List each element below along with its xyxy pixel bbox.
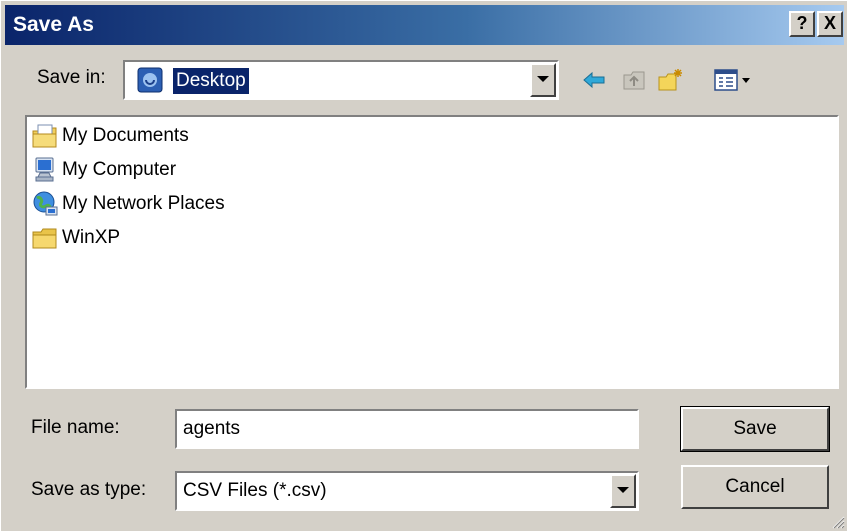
resize-grip-icon[interactable] <box>831 515 845 529</box>
save-in-dropdown[interactable]: Desktop <box>123 60 559 100</box>
close-button[interactable]: X <box>817 11 843 37</box>
desktop-icon <box>137 67 163 93</box>
file-list[interactable]: My Documents My Computer My Network Plac… <box>25 115 839 389</box>
list-item-my-network-places[interactable]: My Network Places <box>31 189 225 219</box>
save-in-value: Desktop <box>172 67 250 95</box>
list-item-my-documents[interactable]: My Documents <box>31 121 189 151</box>
save-as-type-label: Save as type: <box>31 479 147 500</box>
back-arrow-icon[interactable] <box>581 67 607 93</box>
folder-icon <box>32 228 57 249</box>
file-label: My Documents <box>62 125 189 146</box>
chevron-down-icon[interactable] <box>610 474 636 508</box>
list-item-my-computer[interactable]: My Computer <box>31 155 176 185</box>
file-name-label: File name: <box>31 417 120 438</box>
save-in-label: Save in: <box>37 67 106 88</box>
chevron-down-icon[interactable] <box>530 63 556 97</box>
my-documents-icon <box>32 124 57 148</box>
window-title: Save As <box>13 13 94 36</box>
save-as-type-value: CSV Files (*.csv) <box>183 480 327 501</box>
view-menu-icon[interactable] <box>713 67 753 93</box>
my-computer-icon <box>35 157 54 182</box>
file-label: My Computer <box>62 159 177 180</box>
file-name-input[interactable]: agents <box>175 409 639 449</box>
help-button[interactable]: ? <box>789 11 815 37</box>
save-button[interactable]: Save <box>680 406 830 452</box>
file-label: WinXP <box>62 227 121 248</box>
up-folder-icon[interactable] <box>621 67 647 93</box>
save-as-type-dropdown[interactable]: CSV Files (*.csv) <box>175 471 639 511</box>
network-places-icon <box>33 191 58 216</box>
save-as-dialog: Save As ? X Save in: Desktop My Document… <box>0 0 847 531</box>
new-folder-icon[interactable] <box>657 67 683 93</box>
list-item-winxp[interactable]: WinXP <box>31 223 120 253</box>
file-label: My Network Places <box>62 193 225 214</box>
cancel-button[interactable]: Cancel <box>681 465 829 509</box>
title-bar[interactable]: Save As ? X <box>5 5 844 45</box>
